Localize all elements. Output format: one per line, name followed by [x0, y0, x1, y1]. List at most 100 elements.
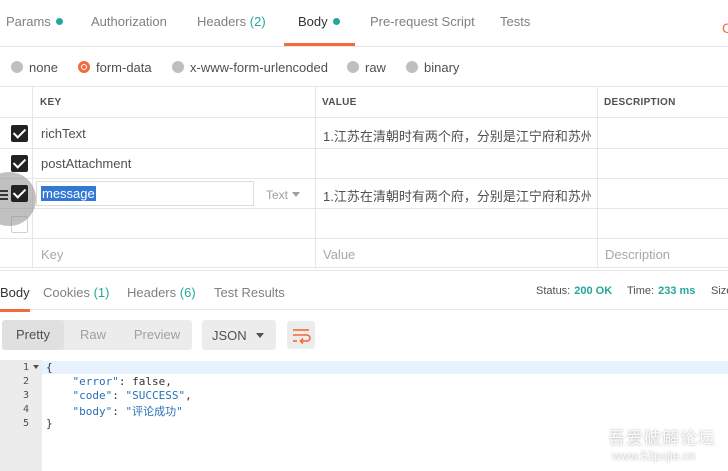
tab-headers[interactable]: Headers (2) [197, 14, 266, 46]
json-value-error: false, [132, 375, 172, 388]
format-select[interactable]: JSON [202, 320, 276, 350]
line-number: 5 [22, 418, 29, 429]
new-key-placeholder[interactable]: Key [41, 247, 63, 262]
active-line-highlight [42, 361, 728, 374]
resp-tab-cookies-label: Cookies [43, 285, 90, 300]
pretty-button[interactable]: Pretty [2, 320, 64, 350]
table-col-divider-1 [32, 86, 33, 268]
radio-urlencoded-icon [172, 61, 184, 73]
drag-handle-icon[interactable] [0, 190, 8, 202]
radio-none[interactable]: none [11, 60, 58, 75]
code-line-4: "body": "评论成功" [72, 405, 183, 418]
new-description-placeholder[interactable]: Description [605, 247, 670, 262]
chevron-down-icon [292, 192, 301, 197]
table-col-divider-3 [597, 86, 598, 268]
table-border-4 [0, 208, 728, 209]
code-line-5: } [46, 417, 53, 430]
code-line-3: "code": "SUCCESS", [72, 389, 192, 402]
resp-tab-body[interactable]: Body [0, 285, 30, 312]
json-key-error: "error" [72, 375, 119, 388]
form-data-table: KEY VALUE DESCRIPTION richText 1.江苏在清朝时有… [0, 86, 728, 268]
resp-tab-body-underline [0, 309, 30, 312]
format-label: JSON [212, 328, 247, 343]
tab-pre-request-label: Pre-request Script [370, 14, 475, 29]
resp-tab-cookies-count: (1) [93, 285, 110, 300]
row-1-key[interactable]: richText [41, 126, 311, 141]
cookies-link-edge[interactable]: C [722, 20, 728, 36]
radio-raw-label: raw [365, 60, 386, 75]
watermark-title: 吾爱破解论坛 [608, 429, 716, 448]
tab-headers-count: (2) [249, 14, 266, 29]
line-number: 3 [22, 390, 29, 401]
tab-body-label: Body [298, 14, 328, 29]
wrap-lines-button[interactable] [287, 321, 315, 349]
tab-tests-label: Tests [500, 14, 531, 29]
radio-urlencoded[interactable]: x-www-form-urlencoded [172, 60, 328, 75]
radio-binary-icon [406, 61, 418, 73]
tab-body[interactable]: Body [284, 14, 355, 46]
table-border-1 [0, 117, 728, 118]
row-3-value[interactable]: 1.江苏在清朝时有两个府，分别是江宁府和苏州... [323, 186, 591, 205]
tab-authorization-label: Authorization [91, 14, 167, 29]
tab-headers-label: Headers [197, 14, 247, 29]
table-border-3 [0, 178, 728, 179]
table-border-bottom [0, 267, 728, 268]
resp-tab-cookies[interactable]: Cookies (1) [43, 285, 109, 300]
radio-binary[interactable]: binary [406, 60, 459, 75]
radio-binary-label: binary [424, 60, 460, 75]
line-number: 4 [22, 404, 29, 415]
row-2-checkbox[interactable] [11, 155, 28, 172]
header-key: KEY [40, 97, 62, 108]
response-tabs: Body Cookies (1) Headers (6) Test Result… [0, 270, 728, 312]
resp-tab-headers[interactable]: Headers (6) [127, 285, 196, 300]
tab-params-label: Params [6, 14, 51, 29]
size-readout: Size [711, 285, 728, 297]
row-3-key-input[interactable]: message [36, 181, 254, 206]
table-col-divider-2 [315, 86, 316, 268]
fold-arrow-icon[interactable] [33, 365, 39, 369]
time-value: 233 ms [658, 285, 696, 297]
row-3-checkbox[interactable] [11, 185, 28, 202]
raw-button[interactable]: Raw [64, 320, 122, 350]
radio-raw[interactable]: raw [347, 60, 386, 75]
header-description: DESCRIPTION [604, 97, 676, 108]
line-number: 1 [22, 362, 29, 373]
tab-pre-request-script[interactable]: Pre-request Script [370, 14, 475, 46]
resp-tab-headers-count: (6) [179, 285, 196, 300]
request-tabs: Params Authorization Headers (2) Body Pr… [0, 0, 728, 47]
wrap-lines-icon [293, 329, 311, 345]
size-label: Size [711, 285, 728, 297]
row-3-type-label: Text [266, 188, 289, 202]
status-readout: Status: 200 OK [536, 285, 612, 297]
params-dot-icon [55, 18, 63, 25]
code-line-1: { [46, 361, 53, 374]
tab-tests[interactable]: Tests [500, 14, 530, 46]
radio-raw-icon [347, 61, 359, 73]
table-border-5 [0, 238, 728, 239]
new-value-placeholder[interactable]: Value [323, 247, 355, 262]
json-value-body: "评论成功" [125, 405, 183, 418]
row-1-value[interactable]: 1.江苏在清朝时有两个府，分别是江宁府和苏州... [323, 126, 591, 145]
radio-form-data-label: form-data [96, 60, 152, 75]
row-3-key-selected: message [41, 186, 96, 201]
row-1-checkbox[interactable] [11, 125, 28, 142]
code-line-2: "error": false, [72, 375, 172, 388]
format-chevron-down-icon [256, 333, 264, 338]
resp-tab-test-results[interactable]: Test Results [214, 285, 285, 300]
radio-none-label: none [29, 60, 58, 75]
header-value: VALUE [322, 97, 357, 108]
radio-form-data-icon [78, 61, 90, 73]
body-type-radios: none form-data x-www-form-urlencoded raw… [0, 55, 728, 81]
radio-urlencoded-label: x-www-form-urlencoded [190, 60, 328, 75]
radio-form-data[interactable]: form-data [78, 60, 152, 75]
view-mode-group: Pretty Raw Preview [2, 320, 192, 350]
row-3-type-select[interactable]: Text [266, 188, 301, 202]
preview-button[interactable]: Preview [122, 320, 192, 350]
time-readout: Time: 233 ms [627, 285, 695, 297]
row-2-key[interactable]: postAttachment [41, 156, 311, 171]
tab-params[interactable]: Params [6, 14, 63, 46]
status-label: Status: [536, 285, 571, 297]
tab-authorization[interactable]: Authorization [91, 14, 167, 46]
time-label: Time: [627, 285, 655, 297]
resp-tab-headers-label: Headers [127, 285, 177, 300]
